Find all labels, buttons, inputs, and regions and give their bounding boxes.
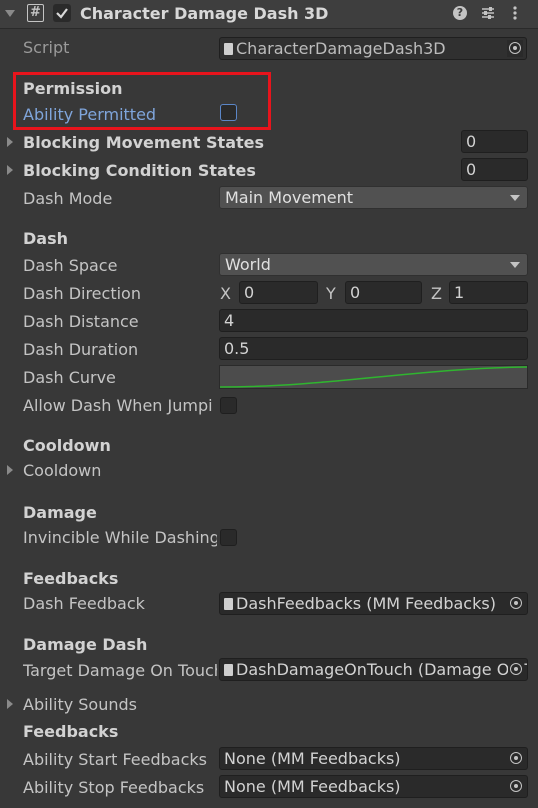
ability-feedbacks-heading: Feedbacks bbox=[23, 722, 119, 741]
dash-direction-z[interactable]: 1 bbox=[449, 281, 528, 304]
target-damage-label: Target Damage On Touch bbox=[23, 661, 217, 680]
dash-feedback-field[interactable]: DashFeedbacks (MM Feedbacks) bbox=[219, 592, 528, 615]
dash-space-value: World bbox=[225, 255, 271, 274]
dash-mode-value: Main Movement bbox=[225, 188, 354, 207]
target-icon[interactable] bbox=[508, 595, 524, 612]
blocking-movement-count[interactable]: 0 bbox=[461, 130, 528, 153]
ability-sounds-foldout[interactable]: Ability Sounds bbox=[23, 695, 137, 715]
target-icon[interactable] bbox=[508, 661, 524, 678]
target-icon[interactable] bbox=[508, 778, 524, 795]
dash-space-label: Dash Space bbox=[23, 256, 118, 275]
component-header: # Character Damage Dash 3D ? bbox=[0, 0, 538, 29]
invincible-label: Invincible While Dashing bbox=[23, 528, 217, 547]
target-damage-value: DashDamageOnTouch (Damage On Touch) bbox=[236, 660, 527, 679]
dash-distance-label: Dash Distance bbox=[23, 312, 139, 331]
ability-stop-feedbacks-value: None (MM Feedbacks) bbox=[224, 777, 401, 796]
ability-start-feedbacks-label: Ability Start Feedbacks bbox=[23, 750, 207, 769]
script-hash-icon: # bbox=[27, 4, 44, 22]
cooldown-foldout[interactable]: Cooldown bbox=[23, 461, 101, 481]
dash-mode-label: Dash Mode bbox=[23, 189, 113, 208]
permission-heading: Permission bbox=[23, 79, 123, 98]
allow-dash-checkbox[interactable] bbox=[220, 397, 237, 414]
enabled-checkbox[interactable] bbox=[53, 4, 71, 22]
script-label: Script bbox=[23, 38, 70, 57]
blocking-condition-label[interactable]: Blocking Condition States bbox=[23, 161, 256, 181]
dash-duration-field[interactable]: 0.5 bbox=[219, 337, 528, 360]
dash-mode-dropdown[interactable]: Main Movement bbox=[219, 186, 528, 209]
damage-dash-heading: Damage Dash bbox=[23, 635, 148, 654]
blocking-condition-count[interactable]: 0 bbox=[461, 158, 528, 181]
feedbacks-heading: Feedbacks bbox=[23, 569, 119, 588]
foldout-arrow-icon[interactable] bbox=[7, 165, 13, 175]
ability-stop-feedbacks-field[interactable]: None (MM Feedbacks) bbox=[219, 775, 528, 798]
z-label[interactable]: Z bbox=[431, 284, 442, 304]
target-icon[interactable] bbox=[508, 750, 524, 767]
y-label[interactable]: Y bbox=[326, 284, 336, 304]
file-icon bbox=[224, 43, 233, 55]
ability-start-feedbacks-field[interactable]: None (MM Feedbacks) bbox=[219, 747, 528, 770]
invincible-checkbox[interactable] bbox=[220, 529, 237, 546]
foldout-arrow-icon[interactable] bbox=[5, 10, 15, 17]
script-field[interactable]: CharacterDamageDash3D bbox=[219, 37, 527, 60]
chevron-down-icon bbox=[510, 195, 520, 201]
help-icon[interactable]: ? bbox=[453, 6, 467, 20]
cooldown-heading: Cooldown bbox=[23, 436, 111, 455]
dash-curve-label: Dash Curve bbox=[23, 368, 116, 387]
x-label[interactable]: X bbox=[220, 284, 231, 304]
dash-space-dropdown[interactable]: World bbox=[219, 253, 528, 276]
dash-direction-label: Dash Direction bbox=[23, 284, 141, 303]
dash-curve-graph bbox=[220, 366, 527, 388]
dash-curve-line bbox=[220, 366, 527, 388]
dash-direction-x[interactable]: 0 bbox=[239, 281, 318, 304]
checkmark-icon bbox=[56, 8, 68, 19]
more-icon[interactable] bbox=[512, 5, 518, 21]
ability-start-feedbacks-value: None (MM Feedbacks) bbox=[224, 749, 401, 768]
presets-icon[interactable] bbox=[480, 5, 496, 21]
chevron-down-icon bbox=[510, 262, 520, 268]
damage-heading: Damage bbox=[23, 503, 97, 522]
target-icon[interactable] bbox=[507, 40, 523, 57]
allow-dash-label: Allow Dash When Jumpi bbox=[23, 396, 213, 415]
foldout-arrow-icon[interactable] bbox=[7, 137, 13, 147]
foldout-arrow-icon[interactable] bbox=[7, 465, 13, 475]
file-icon bbox=[224, 598, 233, 610]
dash-distance-field[interactable]: 4 bbox=[219, 309, 528, 332]
ability-stop-feedbacks-label: Ability Stop Feedbacks bbox=[23, 778, 205, 797]
script-value: CharacterDamageDash3D bbox=[236, 39, 446, 58]
dash-feedback-value: DashFeedbacks (MM Feedbacks) bbox=[236, 594, 496, 613]
ability-permitted-checkbox[interactable] bbox=[220, 104, 237, 121]
dash-feedback-label: Dash Feedback bbox=[23, 594, 145, 613]
dash-duration-label: Dash Duration bbox=[23, 340, 139, 359]
blocking-movement-label[interactable]: Blocking Movement States bbox=[23, 133, 264, 153]
dash-direction-y[interactable]: 0 bbox=[345, 281, 422, 304]
target-damage-field[interactable]: DashDamageOnTouch (Damage On Touch) bbox=[219, 658, 528, 681]
dash-heading: Dash bbox=[23, 229, 68, 248]
ability-permitted-label: Ability Permitted bbox=[23, 105, 157, 124]
file-icon bbox=[224, 664, 233, 676]
component-title: Character Damage Dash 3D bbox=[80, 4, 329, 23]
foldout-arrow-icon[interactable] bbox=[7, 699, 13, 709]
dash-curve-field[interactable] bbox=[219, 365, 528, 389]
